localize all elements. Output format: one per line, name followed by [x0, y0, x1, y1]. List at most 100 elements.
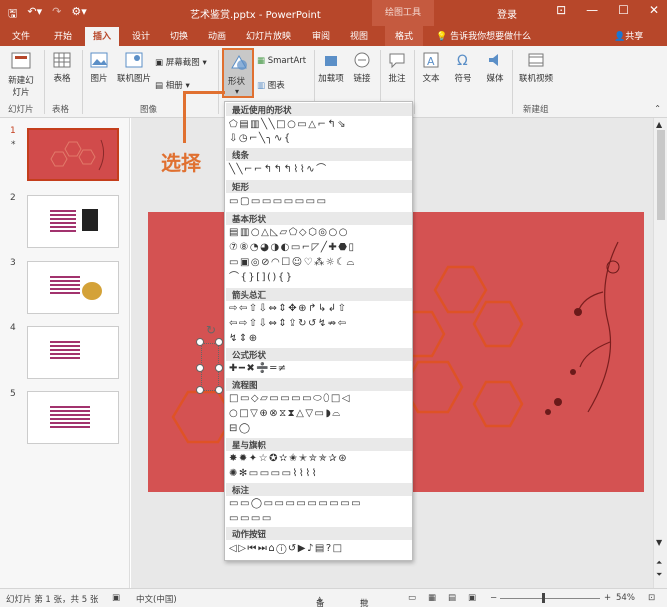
- shape-row[interactable]: ↯⇕⊕: [229, 332, 259, 345]
- shape-row[interactable]: ⊟◯: [229, 422, 252, 435]
- svg-text:Ω: Ω: [457, 53, 468, 69]
- collapse-ribbon-icon[interactable]: ⌃: [654, 104, 661, 113]
- online-picture-icon: [125, 52, 143, 68]
- shape-row[interactable]: ✺✻▭▭▭▭⌇⌇⌇⌇: [229, 467, 318, 480]
- slide-thumbnail-3[interactable]: [27, 261, 119, 314]
- scroll-down-icon[interactable]: ▼: [656, 538, 662, 547]
- shape-row[interactable]: ✸✹✦☆✪✫✬✭✮✯✰⊛: [229, 452, 348, 465]
- undo-icon[interactable]: ↶▾: [27, 5, 42, 24]
- text-button[interactable]: A 文本: [418, 50, 444, 84]
- tab-design[interactable]: 设计: [132, 29, 150, 42]
- resize-handle[interactable]: [215, 364, 223, 372]
- symbol-button[interactable]: Ω 符号: [450, 50, 476, 84]
- tab-format[interactable]: 格式: [385, 26, 424, 46]
- fit-slide-icon[interactable]: ⊡: [648, 593, 655, 603]
- omega-icon: Ω: [457, 53, 468, 69]
- slide-thumbnail-5[interactable]: [27, 391, 119, 444]
- section-basic-shapes: 基本形状: [226, 212, 412, 225]
- shape-row[interactable]: ▭▭▭▭: [229, 512, 273, 525]
- shape-row[interactable]: ▤▥○△◺▱⬠◇⬡◎○○: [229, 226, 349, 239]
- tab-transitions[interactable]: 切换: [170, 29, 188, 42]
- title-bar: 🖫 ↶▾ ↷ ⚙▾ 艺术鉴赏.pptx - PowerPoint 绘图工具 登录…: [0, 0, 667, 26]
- maximize-icon[interactable]: ☐: [618, 3, 629, 17]
- picture-icon: [90, 52, 108, 68]
- prev-slide-icon[interactable]: ⏶: [656, 558, 662, 568]
- shape-row[interactable]: ○□▽⊕⊗⧖⧗△▽▭◗⌓: [229, 407, 342, 420]
- shape-row[interactable]: □▭◇▱▭▭▭▭⬭⬯□◁: [229, 392, 351, 405]
- addins-button[interactable]: 加载项: [318, 50, 344, 84]
- picture-button[interactable]: 图片: [86, 50, 112, 84]
- resize-handle[interactable]: [215, 338, 223, 346]
- share-button[interactable]: 👤共享: [614, 29, 643, 42]
- customize-icon[interactable]: ⚙▾: [71, 5, 86, 24]
- resize-handle[interactable]: [196, 386, 204, 394]
- redo-icon[interactable]: ↷: [52, 5, 61, 24]
- album-button[interactable]: ▤ 相册 ▾: [155, 79, 190, 91]
- tell-me-search[interactable]: 💡 告诉我你想要做什么: [436, 29, 531, 42]
- zoom-slider-thumb[interactable]: [542, 593, 545, 603]
- resize-handle[interactable]: [196, 364, 204, 372]
- shape-row[interactable]: ⌒{}[](){}: [229, 271, 294, 284]
- ribbon-display-icon[interactable]: ⊡: [556, 3, 566, 17]
- next-slide-icon[interactable]: ⏷: [656, 570, 662, 580]
- resize-handle[interactable]: [196, 338, 204, 346]
- tab-slideshow[interactable]: 幻灯片放映: [246, 29, 291, 42]
- resize-handle[interactable]: [215, 386, 223, 394]
- shape-row[interactable]: ◁▷⏮⏭⌂ⓘ↺▶♪▤?□: [229, 542, 344, 555]
- new-slide-button[interactable]: 新建幻灯片: [6, 50, 36, 98]
- vertical-scrollbar[interactable]: ▲ ▼ ⏶ ⏷: [653, 118, 667, 588]
- tab-file[interactable]: 文件: [12, 29, 30, 42]
- shape-row[interactable]: ▭▣◎⊘◠☐☺♡⁂☼☾⌓: [229, 256, 356, 269]
- spellcheck-icon[interactable]: ▣: [112, 593, 120, 603]
- tab-view[interactable]: 视图: [350, 29, 368, 42]
- slide-thumbnail-2[interactable]: [27, 195, 119, 248]
- group-label-tables: 表格: [52, 105, 70, 115]
- smartart-button[interactable]: ▦ SmartArt: [257, 56, 306, 66]
- shapes-button[interactable]: 形状 ▾: [222, 48, 254, 98]
- shape-row[interactable]: ▭▭◯▭▭▭▭▭▭▭▭▭: [229, 497, 362, 510]
- shape-row[interactable]: ╲╲⌐⌐↰↰↰⌇⌇∿⌒: [229, 163, 328, 176]
- shape-row[interactable]: ⇨⇦⇧⇩⇔⇕✥⊕↱↳↲⇧: [229, 302, 348, 315]
- login-button[interactable]: 登录: [497, 6, 517, 21]
- online-picture-button[interactable]: 联机图片: [116, 50, 152, 84]
- table-button[interactable]: 表格: [50, 50, 74, 84]
- screenshot-button[interactable]: ▣ 屏幕截图 ▾: [155, 56, 207, 68]
- shape-row[interactable]: ▭▢▭▭▭▭▭▭▭: [229, 195, 328, 208]
- slide-thumbnail-1[interactable]: [27, 128, 119, 181]
- callout-line: [183, 91, 186, 143]
- zoom-in-icon[interactable]: +: [604, 593, 611, 603]
- tab-review[interactable]: 审阅: [312, 29, 330, 42]
- tab-home[interactable]: 开始: [54, 29, 72, 42]
- shape-row[interactable]: ⬠▤▥╲╲□○▭△⌐↰⇘: [229, 118, 347, 131]
- reading-view-icon[interactable]: ▤: [448, 593, 456, 603]
- link-button[interactable]: 链接: [349, 50, 375, 84]
- rotate-handle-icon[interactable]: ↻: [206, 323, 216, 337]
- section-equation-shapes: 公式形状: [226, 348, 412, 361]
- separator: [414, 50, 415, 114]
- scroll-thumb[interactable]: [657, 130, 665, 220]
- slide-thumbnail-4[interactable]: [27, 326, 119, 379]
- new-slide-icon: [11, 52, 31, 69]
- close-icon[interactable]: ✕: [649, 3, 659, 17]
- tab-insert[interactable]: 插入: [85, 27, 120, 46]
- normal-view-icon[interactable]: ▭: [408, 593, 416, 603]
- save-icon[interactable]: 🖫: [8, 5, 17, 24]
- image-block: [82, 282, 102, 300]
- zoom-slider-track[interactable]: [500, 598, 600, 599]
- scroll-up-icon[interactable]: ▲: [656, 120, 662, 129]
- shape-row[interactable]: ✚━✖➗═≠: [229, 362, 288, 375]
- chart-button[interactable]: ▥ 图表: [257, 79, 285, 91]
- online-video-button[interactable]: 联机视频: [516, 50, 556, 84]
- language-indicator[interactable]: 中文(中国): [136, 593, 177, 605]
- shape-row[interactable]: ⇩◷⌐╲╮∿{: [229, 132, 292, 145]
- shape-row[interactable]: ⑦⑧◔◕◑◐▭⌐◸╱✚⬣▯: [229, 241, 355, 254]
- slide-sorter-icon[interactable]: ▦: [428, 593, 436, 603]
- slideshow-icon[interactable]: ▣: [468, 593, 476, 603]
- minimize-icon[interactable]: —: [586, 3, 598, 17]
- media-button[interactable]: 媒体: [482, 50, 508, 84]
- shape-row[interactable]: ⇦⇨⇧⇩⇔⇕⇪↻↺↯⇏⇦: [229, 317, 348, 330]
- zoom-level[interactable]: 54%: [616, 593, 635, 603]
- zoom-out-icon[interactable]: −: [490, 593, 497, 603]
- comment-button[interactable]: 批注: [384, 50, 410, 84]
- tab-animations[interactable]: 动画: [208, 29, 226, 42]
